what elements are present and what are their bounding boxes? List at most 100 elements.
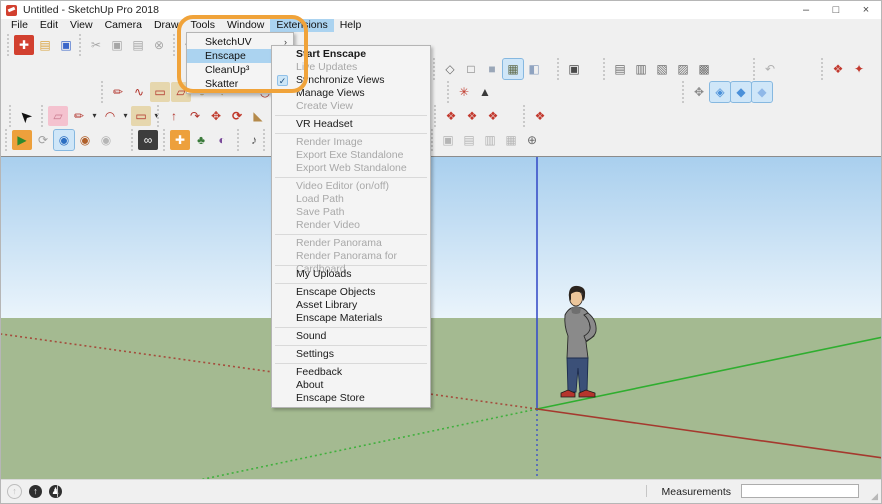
back-edges-style-button[interactable]: ▣: [564, 59, 584, 79]
sign-in-icon[interactable]: ♟: [49, 485, 62, 498]
menu-item-settings[interactable]: Settings: [272, 348, 430, 361]
render-video-button[interactable]: ▦: [501, 130, 521, 150]
copy-button[interactable]: ▣: [107, 35, 127, 55]
start-enscape-button[interactable]: ▶: [12, 130, 32, 150]
menu-item-render-panorama-for-cardboard[interactable]: Render Panorama for Cardboard: [272, 250, 430, 275]
display-section-cuts-button[interactable]: ◆: [730, 81, 752, 103]
section-plane-button[interactable]: ✥: [689, 82, 709, 102]
menu-tools[interactable]: Tools: [184, 19, 221, 32]
freehand-tool-button[interactable]: ∿: [129, 82, 149, 102]
menu-item-start-enscape[interactable]: Start Enscape: [272, 48, 430, 61]
menu-item-asset-library[interactable]: Asset Library: [272, 299, 430, 312]
menu-item-feedback[interactable]: Feedback: [272, 366, 430, 379]
menu-item-render-image[interactable]: Render Image: [272, 136, 430, 149]
menu-item-live-updates[interactable]: Live Updates: [272, 61, 430, 74]
new-model-button[interactable]: ✚: [14, 35, 34, 55]
vr-headset-button[interactable]: ∞: [138, 130, 158, 150]
line-tool-button[interactable]: ✏: [108, 82, 128, 102]
monochrome-style-button[interactable]: ◧: [524, 59, 544, 79]
open-model-button[interactable]: ▤: [35, 35, 55, 55]
menu-help[interactable]: Help: [334, 19, 368, 32]
component-tool-button-1[interactable]: ❖: [441, 106, 461, 126]
menu-item-enscape-store[interactable]: Enscape Store: [272, 392, 430, 405]
menu-item-save-path[interactable]: Save Path: [272, 206, 430, 219]
save-model-button[interactable]: ▣: [56, 35, 76, 55]
rotate-tool-button[interactable]: ⟳: [227, 106, 247, 126]
red-tool-button-2[interactable]: ✦: [849, 59, 869, 79]
add-location-button[interactable]: ▲: [475, 82, 495, 102]
save-path-button[interactable]: ▥: [480, 130, 500, 150]
load-path-button[interactable]: ▤: [459, 130, 479, 150]
menu-item-enscape-materials[interactable]: Enscape Materials: [272, 312, 430, 325]
menu-draw[interactable]: Draw: [148, 19, 185, 32]
menu-item-create-view[interactable]: Create View: [272, 100, 430, 113]
trim-solids-button[interactable]: ▩: [694, 59, 714, 79]
menu-item-synchronize-views[interactable]: Synchronize Views ✓: [272, 74, 430, 87]
close-button[interactable]: ×: [851, 1, 881, 19]
credits-icon[interactable]: ↑: [29, 485, 42, 498]
menu-item-my-uploads[interactable]: My Uploads: [272, 268, 430, 281]
menu-item-sound[interactable]: Sound: [272, 330, 430, 343]
enscape-store-button[interactable]: ⊕: [522, 130, 542, 150]
display-section-fill-button[interactable]: ◆: [751, 81, 773, 103]
component-tool-button-4[interactable]: ❖: [530, 106, 550, 126]
menu-edit[interactable]: Edit: [34, 19, 64, 32]
person-figure[interactable]: [551, 284, 617, 402]
menu-item-video-editor-on-off[interactable]: Video Editor (on/off): [272, 180, 430, 193]
menu-window[interactable]: Window: [221, 19, 270, 32]
arc-tool-dropdown-button[interactable]: ◠: [100, 106, 120, 126]
follow-me-tool-button[interactable]: ↷: [185, 106, 205, 126]
menu-item-export-web-standalone[interactable]: Export Web Standalone: [272, 162, 430, 175]
menu-item-render-panorama[interactable]: Render Panorama: [272, 237, 430, 250]
shaded-style-button[interactable]: ■: [482, 59, 502, 79]
menu-file[interactable]: File: [5, 19, 34, 32]
menu-item-export-exe-standalone[interactable]: Export Exe Standalone: [272, 149, 430, 162]
undo-small-button[interactable]: ↶: [760, 59, 780, 79]
maximize-button[interactable]: □: [821, 1, 851, 19]
video-editor-button[interactable]: ▣: [438, 130, 458, 150]
red-tool-button-1[interactable]: ❖: [828, 59, 848, 79]
union-solids-button[interactable]: ▧: [652, 59, 672, 79]
component-tool-button-3[interactable]: ❖: [483, 106, 503, 126]
asset-library-button[interactable]: ♣: [191, 130, 211, 150]
subtract-solids-button[interactable]: ▨: [673, 59, 693, 79]
menu-item-about[interactable]: About: [272, 379, 430, 392]
rectangle-tool-button[interactable]: ▭: [150, 82, 170, 102]
synchronize-views-button[interactable]: ◉: [53, 129, 75, 151]
move-tool-button[interactable]: ✥: [206, 106, 226, 126]
select-tool-button[interactable]: ➤: [12, 102, 40, 130]
line-tool-dropdown-button[interactable]: ✏: [69, 106, 89, 126]
menu-item-load-path[interactable]: Load Path: [272, 193, 430, 206]
menu-item-enscape-objects[interactable]: Enscape Objects: [272, 286, 430, 299]
xray-style-button[interactable]: ◇: [440, 59, 460, 79]
menu-item-vr-headset[interactable]: VR Headset: [272, 118, 430, 131]
wireframe-style-button[interactable]: □: [461, 59, 481, 79]
measurements-input[interactable]: [741, 484, 859, 498]
manage-views-button[interactable]: ◉: [75, 130, 95, 150]
live-updates-button[interactable]: ⟳: [33, 130, 53, 150]
component-tool-button-2[interactable]: ❖: [462, 106, 482, 126]
paste-button[interactable]: ▤: [128, 35, 148, 55]
menu-view[interactable]: View: [64, 19, 99, 32]
display-section-planes-button[interactable]: ◈: [709, 81, 731, 103]
menu-item-render-video[interactable]: Render Video: [272, 219, 430, 232]
shape-tool-dropdown-button[interactable]: ▭: [131, 106, 151, 126]
menu-camera[interactable]: Camera: [99, 19, 148, 32]
arc-tool-caret[interactable]: ▾: [121, 106, 130, 126]
enscape-objects-button[interactable]: ✚: [170, 130, 190, 150]
intersect-solids-button[interactable]: ▥: [631, 59, 651, 79]
scale-tool-button[interactable]: ◣: [248, 106, 268, 126]
shaded-textures-style-button[interactable]: ▦: [502, 58, 524, 80]
create-view-button[interactable]: ◉: [96, 130, 116, 150]
minimize-button[interactable]: –: [791, 1, 821, 19]
eraser-tool-button[interactable]: ▱: [48, 106, 68, 126]
push-pull-tool-button[interactable]: ↑: [164, 106, 184, 126]
line-tool-caret[interactable]: ▾: [90, 106, 99, 126]
resize-grip-icon[interactable]: ◢: [871, 491, 878, 502]
menu-item-manage-views[interactable]: Manage Views: [272, 87, 430, 100]
cut-button[interactable]: ✂: [86, 35, 106, 55]
enscape-materials-button[interactable]: ◐: [212, 130, 232, 150]
drawing-canvas[interactable]: [1, 156, 881, 483]
outer-shell-button[interactable]: ▤: [610, 59, 630, 79]
menu-extensions[interactable]: Extensions: [270, 19, 334, 32]
